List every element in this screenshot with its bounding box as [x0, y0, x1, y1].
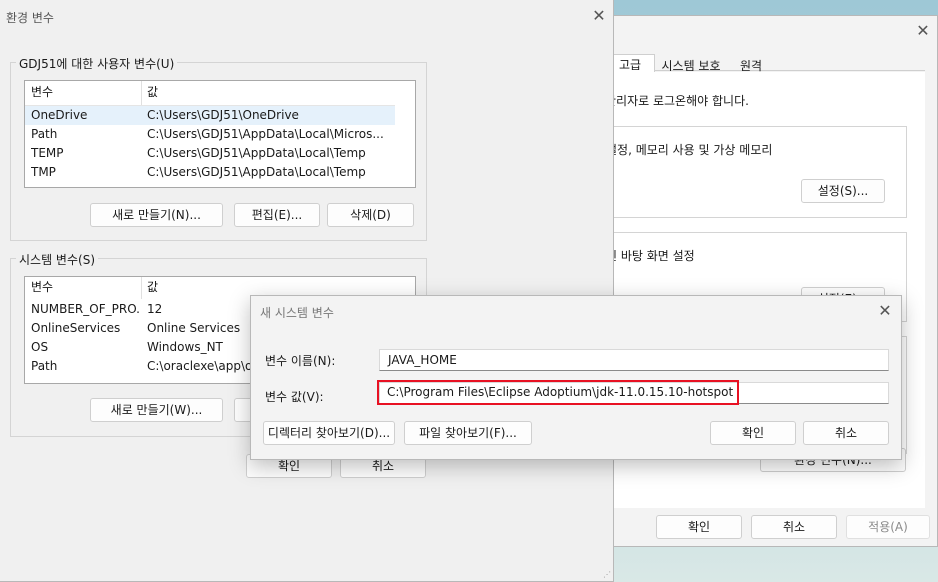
var-name: OS [31, 340, 49, 354]
browse-file-button[interactable]: 파일 찾아보기(F)... [404, 421, 532, 445]
dialog-ok-button[interactable]: 확인 [710, 421, 796, 445]
var-name: OnlineServices [31, 321, 121, 335]
environment-variables-window: 환경 변수 ✕ GDJ51에 대한 사용자 변수(U) 변수 값 OneDriv… [0, 0, 614, 582]
table-row[interactable]: TMP C:\Users\GDJ51\AppData\Local\Temp [25, 163, 395, 182]
table-row[interactable]: TEMP C:\Users\GDJ51\AppData\Local\Temp [25, 144, 395, 163]
admin-note: 관리자로 로그온해야 합니다. [605, 94, 749, 108]
user-variables-list[interactable]: 변수 값 OneDrive C:\Users\GDJ51\OneDrive Pa… [24, 80, 416, 188]
var-value: C:\Users\GDJ51\AppData\Local\Micros... [147, 127, 384, 141]
var-name: TEMP [31, 146, 64, 160]
var-name: TMP [31, 165, 56, 179]
new-system-variable-dialog: 새 시스템 변수 ✕ 변수 이름(N): JAVA_HOME 변수 값(V): … [250, 295, 902, 460]
user-profiles-text: 된 바탕 화면 설정 [606, 249, 695, 263]
table-row[interactable]: OneDrive C:\Users\GDJ51\OneDrive [25, 106, 395, 125]
dialog-cancel-button[interactable]: 취소 [803, 421, 889, 445]
dialog-title: 새 시스템 변수 [260, 306, 334, 320]
column-variable[interactable]: 변수 [31, 83, 139, 102]
sysprops-apply-button[interactable]: 적용(A) [846, 515, 930, 539]
variable-value-text: C:\Program Files\Eclipse Adoptium\jdk-11… [387, 385, 734, 399]
var-name: Path [31, 127, 58, 141]
column-value[interactable]: 값 [147, 83, 411, 102]
performance-settings-button[interactable]: 설정(S)... [801, 179, 885, 203]
system-properties-window: ✕ 고급 시스템 보호 원격 관리자로 로그온해야 합니다. 설정, 메모리 사… [560, 15, 938, 547]
close-icon[interactable]: ✕ [911, 20, 935, 42]
browse-directory-button[interactable]: 디렉터리 찾아보기(D)... [263, 421, 395, 445]
performance-group: 설정, 메모리 사용 및 가상 메모리 설정(S)... [595, 126, 907, 218]
system-variables-label: 시스템 변수(S) [16, 251, 98, 268]
user-delete-button[interactable]: 삭제(D) [327, 203, 414, 227]
column-variable[interactable]: 변수 [31, 278, 139, 297]
column-divider [141, 277, 142, 299]
column-divider [141, 81, 142, 105]
variable-name-label: 변수 이름(N): [265, 354, 336, 368]
user-new-button[interactable]: 새로 만들기(N)... [90, 203, 223, 227]
system-new-button[interactable]: 새로 만들기(W)... [90, 398, 223, 422]
var-value: C:\Users\GDJ51\AppData\Local\Temp [147, 146, 366, 160]
var-value: C:\Users\GDJ51\OneDrive [147, 108, 299, 122]
list-header: 변수 값 [25, 83, 415, 102]
var-value: C:\Users\GDJ51\AppData\Local\Temp [147, 165, 366, 179]
user-edit-button[interactable]: 편집(E)... [234, 203, 320, 227]
sysprops-ok-button[interactable]: 확인 [656, 515, 742, 539]
variable-name-input[interactable]: JAVA_HOME [379, 349, 889, 371]
user-variables-label: GDJ51에 대한 사용자 변수(U) [16, 55, 178, 72]
var-name: NUMBER_OF_PRO... [31, 302, 139, 316]
variable-value-label: 변수 값(V): [265, 390, 324, 404]
var-name: Path [31, 359, 58, 373]
sysprops-cancel-button[interactable]: 취소 [751, 515, 837, 539]
close-icon[interactable]: ✕ [587, 5, 611, 27]
value-highlight-box: C:\Program Files\Eclipse Adoptium\jdk-11… [377, 380, 739, 405]
close-icon[interactable]: ✕ [873, 300, 897, 322]
env-window-title: 환경 변수 [6, 11, 54, 25]
resize-grip-icon[interactable]: ⋰ [603, 571, 611, 579]
var-name: OneDrive [31, 108, 88, 122]
table-row[interactable]: Path C:\Users\GDJ51\AppData\Local\Micros… [25, 125, 395, 144]
performance-text: 설정, 메모리 사용 및 가상 메모리 [606, 143, 773, 157]
